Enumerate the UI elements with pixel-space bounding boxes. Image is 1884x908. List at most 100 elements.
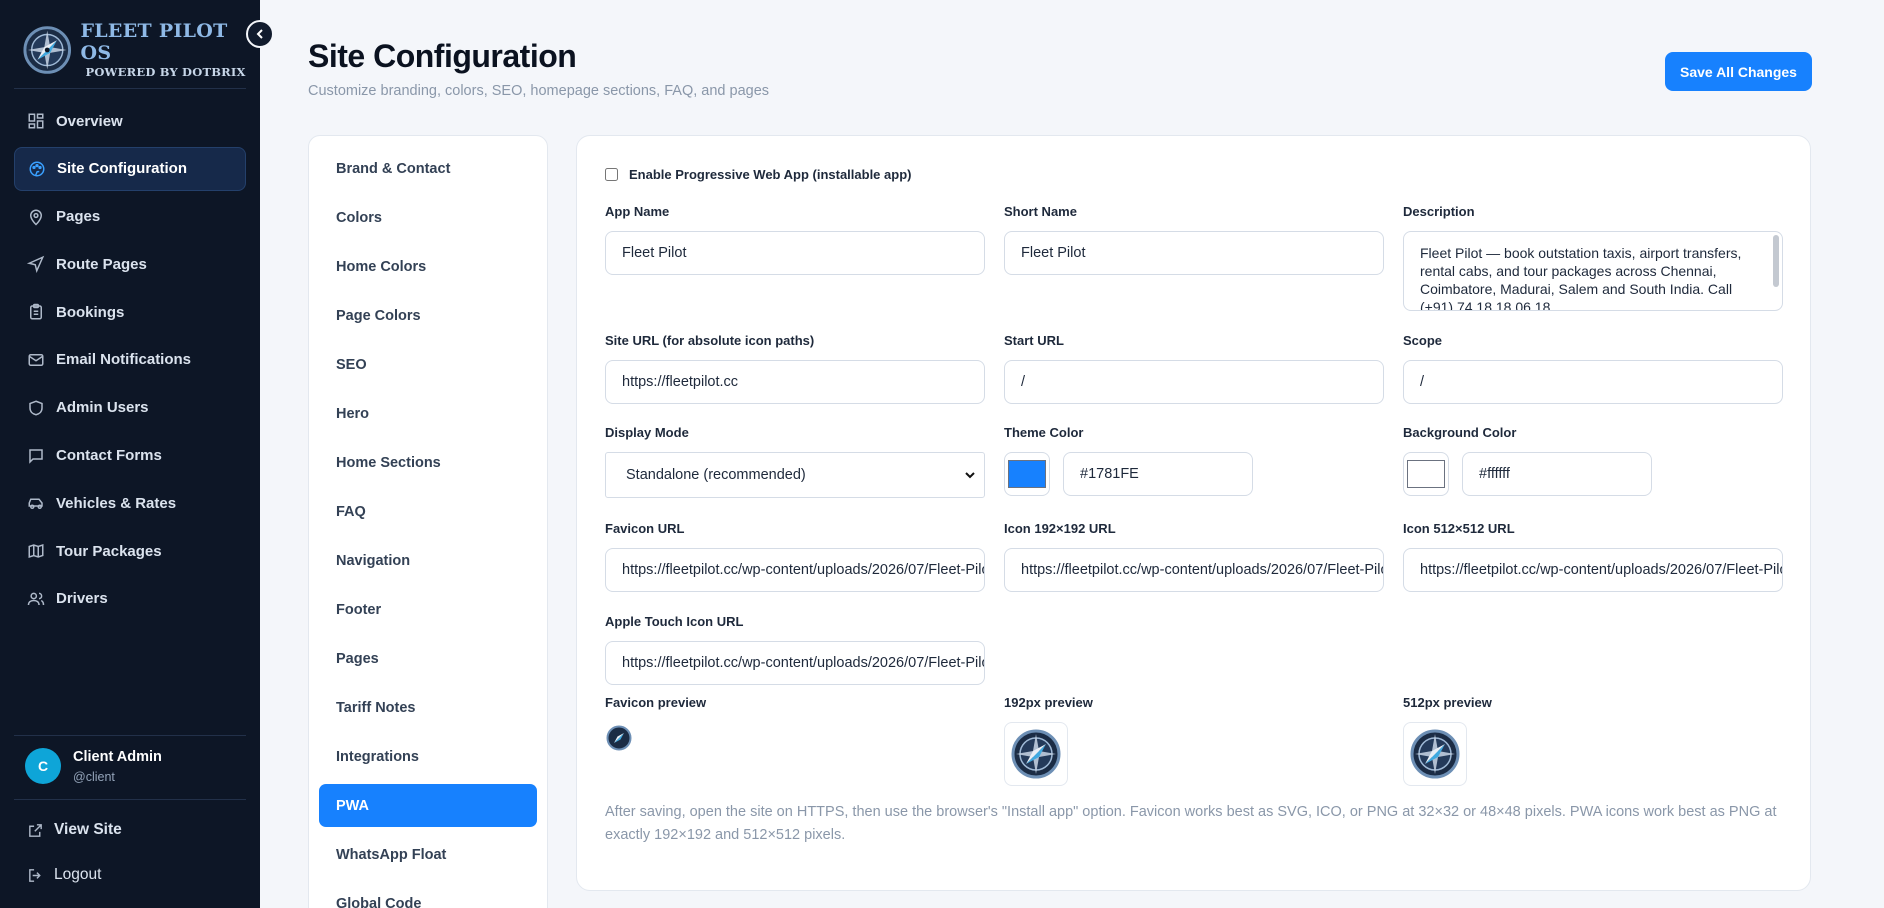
section-seo[interactable]: SEO [319, 343, 537, 386]
sidebar-item-admin-users[interactable]: Admin Users [14, 386, 246, 430]
sidebar-item-drivers[interactable]: Drivers [14, 577, 246, 621]
chevron-left-icon [256, 29, 263, 39]
theme-color-swatch [1008, 460, 1046, 488]
section-hero[interactable]: Hero [319, 392, 537, 435]
favicon-url-label: Favicon URL [605, 521, 685, 536]
favicon-preview-label: Favicon preview [605, 695, 707, 710]
scope-input[interactable]: / [1403, 360, 1783, 404]
icon-192-url-label: Icon 192×192 URL [1004, 521, 1116, 536]
users-icon [27, 592, 45, 606]
background-color-label: Background Color [1403, 425, 1517, 440]
background-color-swatch [1407, 460, 1445, 488]
mail-icon [28, 353, 44, 366]
start-url-input[interactable]: / [1004, 360, 1384, 404]
user-handle: @client [73, 769, 115, 784]
app-name-input[interactable]: Fleet Pilot [605, 231, 985, 275]
avatar: C [25, 748, 61, 784]
sidebar-nav: Overview Site Configuration Pages Route … [14, 99, 246, 625]
sidebar-item-label: Pages [56, 208, 101, 226]
section-whatsapp-float[interactable]: WhatsApp Float [319, 833, 537, 876]
sidebar-item-bookings[interactable]: Bookings [14, 290, 246, 334]
sidebar-item-route-pages[interactable]: Route Pages [14, 242, 246, 286]
sidebar-item-contact-forms[interactable]: Contact Forms [14, 434, 246, 478]
section-pwa[interactable]: PWA [319, 784, 537, 827]
textarea-scrollbar[interactable] [1773, 235, 1779, 287]
favicon-url-input[interactable]: https://fleetpilot.cc/wp-content/uploads… [605, 548, 985, 592]
pwa-help-note: After saving, open the site on HTTPS, th… [605, 804, 1777, 843]
app-name-label: App Name [605, 204, 670, 219]
section-pages[interactable]: Pages [319, 637, 537, 680]
sidebar-item-label: Tour Packages [56, 542, 162, 560]
page-subtitle: Customize branding, colors, SEO, homepag… [308, 83, 770, 99]
section-global-code[interactable]: Global Code [319, 882, 537, 908]
icon-512-url-label: Icon 512×512 URL [1403, 521, 1515, 536]
short-name-label: Short Name [1004, 204, 1077, 219]
short-name-input[interactable]: Fleet Pilot [1004, 231, 1384, 275]
theme-color-input[interactable]: #1781FE [1063, 452, 1253, 496]
enable-pwa-row[interactable]: Enable Progressive Web App (installable … [605, 167, 911, 182]
section-page-colors[interactable]: Page Colors [319, 294, 537, 337]
sidebar-item-email-notifications[interactable]: Email Notifications [14, 338, 246, 382]
clipboard-icon [30, 303, 42, 320]
brand[interactable]: FLEET PILOT OS POWERED BY DOTBRIX [22, 20, 260, 79]
navigation-icon [27, 256, 45, 274]
map-pin-icon [29, 209, 43, 226]
description-label: Description [1403, 204, 1475, 219]
section-brand-contact[interactable]: Brand & Contact [319, 147, 537, 190]
section-faq[interactable]: FAQ [319, 490, 537, 533]
icon-512-url-input[interactable]: https://fleetpilot.cc/wp-content/uploads… [1403, 548, 1783, 592]
sidebar-item-pages[interactable]: Pages [14, 195, 246, 239]
display-mode-select[interactable]: Standalone (recommended) [605, 452, 985, 498]
save-all-changes-button[interactable]: Save All Changes [1665, 52, 1812, 91]
map-icon [28, 544, 44, 559]
sidebar-item-overview[interactable]: Overview [14, 99, 246, 143]
external-link-icon [29, 823, 42, 837]
enable-pwa-checkbox[interactable] [605, 168, 618, 181]
section-home-sections[interactable]: Home Sections [319, 441, 537, 484]
shield-icon [29, 400, 43, 416]
logout-icon [29, 868, 41, 882]
car-icon [28, 498, 43, 510]
sidebar-item-label: Site Configuration [57, 160, 187, 178]
compass-logo-icon [23, 25, 72, 74]
palette-icon [29, 161, 45, 177]
section-colors[interactable]: Colors [319, 196, 537, 239]
collapse-sidebar-button[interactable] [246, 20, 274, 48]
description-textarea[interactable]: Fleet Pilot — book outstation taxis, air… [1403, 231, 1783, 311]
section-navigation[interactable]: Navigation [319, 539, 537, 582]
favicon-preview-image [606, 725, 632, 751]
sidebar-divider [14, 799, 246, 800]
site-url-input[interactable]: https://fleetpilot.cc [605, 360, 985, 404]
sidebar-item-site-configuration[interactable]: Site Configuration [14, 146, 246, 191]
sidebar-item-label: Contact Forms [56, 447, 162, 465]
chevron-down-icon [965, 472, 975, 479]
display-mode-label: Display Mode [605, 425, 689, 440]
section-footer[interactable]: Footer [319, 588, 537, 631]
section-integrations[interactable]: Integrations [319, 735, 537, 778]
user-profile[interactable]: C Client Admin @client [25, 748, 162, 784]
scope-label: Scope [1403, 333, 1443, 348]
icon-192-url-input[interactable]: https://fleetpilot.cc/wp-content/uploads… [1004, 548, 1384, 592]
background-color-picker[interactable] [1403, 452, 1449, 496]
sidebar-item-label: Bookings [56, 303, 125, 321]
message-icon [29, 448, 43, 464]
theme-color-picker[interactable] [1004, 452, 1050, 496]
start-url-label: Start URL [1004, 333, 1064, 348]
logout-link[interactable]: Logout [27, 866, 101, 884]
section-tariff-notes[interactable]: Tariff Notes [319, 686, 537, 729]
site-url-label: Site URL (for absolute icon paths) [605, 333, 815, 348]
sidebar-item-label: Overview [56, 112, 123, 130]
apple-touch-url-input[interactable]: https://fleetpilot.cc/wp-content/uploads… [605, 641, 985, 685]
background-color-input[interactable]: #ffffff [1462, 452, 1652, 496]
preview-192-label: 192px preview [1004, 695, 1093, 710]
sidebar-item-vehicles-rates[interactable]: Vehicles & Rates [14, 481, 246, 525]
icon-192-preview-image [1011, 729, 1061, 779]
view-site-link[interactable]: View Site [27, 821, 122, 839]
section-home-colors[interactable]: Home Colors [319, 245, 537, 288]
icon-512-preview-image [1410, 729, 1460, 779]
sidebar-item-tour-packages[interactable]: Tour Packages [14, 529, 246, 573]
sidebar-item-label: Email Notifications [56, 351, 192, 369]
display-mode-value: Standalone (recommended) [626, 467, 806, 483]
sidebar-item-label: Vehicles & Rates [56, 494, 177, 512]
brand-subtitle: POWERED BY DOTBRIX [85, 65, 246, 79]
